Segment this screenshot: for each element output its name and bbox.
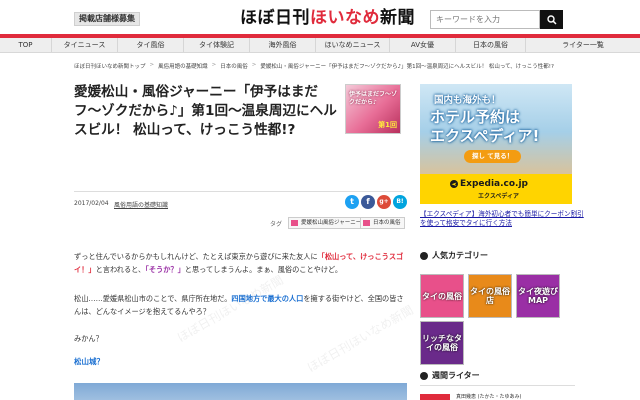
paragraph: みかん？ <box>74 334 103 343</box>
search-input[interactable] <box>430 10 540 29</box>
tag-link[interactable]: 愛媛松山風俗ジャーニー <box>288 217 366 229</box>
nav-item-hoiname-news[interactable]: ほいなめニュース <box>316 38 390 52</box>
nav-item-writers[interactable]: ライター一覧 <box>526 38 640 52</box>
highlight-text: 「そうか？」 <box>145 265 185 274</box>
article-link[interactable]: 松山城？ <box>74 356 104 367</box>
search-box <box>430 10 563 29</box>
ad-title-line: エクスペディア! <box>430 127 540 145</box>
recruit-banner[interactable]: 掲載店舗様募集 <box>74 12 140 26</box>
article-title: 愛媛松山・風俗ジャーニー「伊予はまだフ〜ゾクだから♪」第1回〜温泉周辺にヘルスビ… <box>74 84 337 138</box>
facebook-icon[interactable]: f <box>361 195 375 209</box>
thumbnail-number: 第1回 <box>378 121 397 129</box>
article-photo <box>74 383 407 400</box>
hatena-icon[interactable]: B! <box>393 195 407 209</box>
logo-text-2: ほいなめ <box>310 8 380 28</box>
weekly-writers-heading: 週間ライター <box>420 370 480 382</box>
title-divider <box>74 191 404 192</box>
highlight-text: 四国地方で最大の人口 <box>231 294 304 303</box>
heading-bullet-icon <box>420 372 428 380</box>
heading-bullet-icon <box>420 252 428 260</box>
sidebar-divider <box>420 385 575 386</box>
tag-icon <box>291 220 298 226</box>
site-header: 掲載店舗様募集 ほぼ日刊ほいなめ新聞 <box>0 0 640 34</box>
nav-item-thai-fuzoku[interactable]: タイ風俗 <box>118 38 184 52</box>
nav-item-japan[interactable]: 日本の風俗 <box>456 38 526 52</box>
publish-date: 2017/02/04 <box>74 200 109 207</box>
twitter-icon[interactable]: t <box>345 195 359 209</box>
writer-row[interactable]: 真田幾恵 (たかた・たゆあみ) <box>420 394 575 400</box>
text: と思ってしまうんよ。まぁ、風俗のことやけど。 <box>184 265 343 274</box>
writer-rank-badge <box>420 394 450 400</box>
plane-icon <box>450 180 458 188</box>
paragraph: 松山……愛媛県松山市のことで、県庁所在地だ。四国地方で最大の人口を擁する街やけど… <box>74 292 406 318</box>
category-link[interactable]: 風俗用語の基礎知識 <box>114 200 168 209</box>
text: と言われると、 <box>95 265 146 274</box>
ad-title: ホテル予約は エクスペディア! <box>430 108 539 146</box>
popular-categories-heading: 人気カテゴリー <box>420 250 488 262</box>
ad-cta-button[interactable]: 探し て見る！ <box>464 150 522 163</box>
category-tile-thai-map[interactable]: タイ夜遊びMAP <box>516 274 560 318</box>
nav-item-av[interactable]: AV女優 <box>390 38 456 52</box>
breadcrumb-separator: > <box>149 62 155 68</box>
nav-item-thai-experience[interactable]: タイ体験記 <box>184 38 250 52</box>
thumbnail-caption: 伊予はまだフ〜ゾクだから♪ <box>349 91 398 106</box>
breadcrumb-separator: > <box>211 62 217 68</box>
logo-text-3: 新聞 <box>380 8 415 28</box>
google-plus-icon[interactable]: g+ <box>377 195 391 209</box>
nav-item-thai-news[interactable]: タイニュース <box>52 38 118 52</box>
logo-text-1: ほぼ日刊 <box>240 8 310 28</box>
ad-footer[interactable]: Expedia.co.jp エクスペディア <box>420 174 572 204</box>
ad-headline: 国内も海外も！ <box>434 95 501 106</box>
ad-brand: Expedia.co.jp <box>460 179 528 189</box>
text: ずっと住んでいるからかもしれんけど、たとえば東京から遊びに来た友人に <box>74 252 318 261</box>
category-tile-thai-fuzoku[interactable]: タイの風俗 <box>420 274 464 318</box>
heading-text: 人気カテゴリー <box>432 251 488 260</box>
site-logo[interactable]: ほぼ日刊ほいなめ新聞 <box>240 8 415 28</box>
tag-icon <box>363 220 370 226</box>
heading-text: 週間ライター <box>432 371 480 380</box>
text: 松山……愛媛県松山市のことで、県庁所在地だ。 <box>74 294 232 303</box>
breadcrumb-separator: > <box>251 62 257 68</box>
writer-name: 真田幾恵 (たかた・たゆあみ) <box>456 394 522 400</box>
category-tile-rich-thai[interactable]: リッチなタイの風俗 <box>420 321 464 365</box>
breadcrumb-item[interactable]: 日本の風俗 <box>220 62 248 70</box>
paragraph: ずっと住んでいるからかもしれんけど、たとえば東京から遊びに来た友人に「松山って、… <box>74 250 406 276</box>
search-button[interactable] <box>540 10 563 29</box>
tags-label: タグ <box>270 221 283 228</box>
main-nav: TOP タイニュース タイ風俗 タイ体験記 海外風俗 ほいなめニュース AV女優… <box>0 38 640 53</box>
ad-text-link[interactable]: 【エクスペディア】海外初心者でも簡単にクーポン割引を使って格安でタイに行く方法 <box>420 210 585 228</box>
breadcrumb-current: 愛媛松山・風俗ジャーニー「伊予はまだフ〜ゾクだから♪」第1回〜温泉周辺にヘルスビ… <box>260 64 554 70</box>
tag-link[interactable]: 日本の風俗 <box>360 217 405 229</box>
breadcrumb-item[interactable]: 風俗用語の基礎知識 <box>158 62 208 70</box>
tag-label: 愛媛松山風俗ジャーニー <box>301 220 362 226</box>
article-thumbnail: 伊予はまだフ〜ゾクだから♪ 第1回 <box>345 84 401 134</box>
search-icon <box>546 14 557 25</box>
breadcrumb-item[interactable]: ほぼ日刊ほいなめ新聞トップ <box>74 62 146 70</box>
ad-brand-sub: エクスペディア <box>478 193 519 200</box>
nav-item-top[interactable]: TOP <box>0 38 52 52</box>
category-tile-thai-shops[interactable]: タイの風俗店 <box>468 274 512 318</box>
ad-title-line: ホテル予約は <box>430 108 521 126</box>
breadcrumb: ほぼ日刊ほいなめ新聞トップ > 風俗用語の基礎知識 > 日本の風俗 > 愛媛松山… <box>74 62 594 70</box>
nav-item-overseas[interactable]: 海外風俗 <box>250 38 316 52</box>
tag-label: 日本の風俗 <box>373 220 401 226</box>
